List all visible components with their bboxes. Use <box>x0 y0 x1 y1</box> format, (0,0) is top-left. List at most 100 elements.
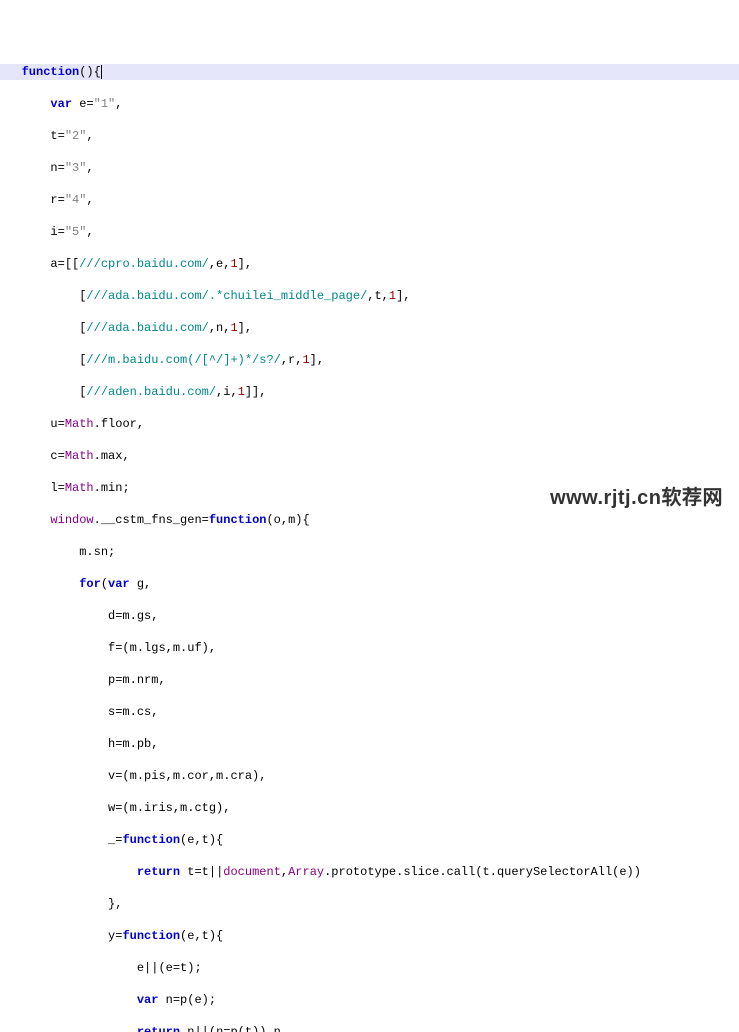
code: ( <box>101 577 108 591</box>
code: d=m.gs, <box>108 609 158 623</box>
kw-var: var <box>137 993 159 1007</box>
code: n= <box>50 161 64 175</box>
code: (){ <box>79 65 101 79</box>
code: .min; <box>94 481 130 495</box>
line-23: v=(m.pis,m.cor,m.cra), <box>0 768 739 784</box>
code: i= <box>50 225 64 239</box>
code: h=m.pb, <box>108 737 158 751</box>
code: ]], <box>245 385 267 399</box>
code: y= <box>108 929 122 943</box>
kw-function: function <box>22 65 80 79</box>
indent <box>0 833 108 847</box>
indent <box>0 609 108 623</box>
indent <box>0 321 79 335</box>
indent <box>0 65 22 79</box>
number: 1 <box>302 353 309 367</box>
code: ,i, <box>216 385 238 399</box>
code: , <box>281 865 288 879</box>
line-17: for(var g, <box>0 576 739 592</box>
regex: ///ada.baidu.com/.*chuilei_middle_page/ <box>86 289 367 303</box>
indent <box>0 257 50 271</box>
regex: ///ada.baidu.com/ <box>86 321 208 335</box>
line-29: e||(e=t); <box>0 960 739 976</box>
line-24: w=(m.iris,m.ctg), <box>0 800 739 816</box>
kw-var: var <box>50 97 72 111</box>
obj-math: Math <box>65 481 94 495</box>
line-08: [///ada.baidu.com/.*chuilei_middle_page/… <box>0 288 739 304</box>
line-31: return n||(n=p(t)),n <box>0 1024 739 1032</box>
indent <box>0 129 50 143</box>
line-05: r="4", <box>0 192 739 208</box>
code: }, <box>108 897 122 911</box>
line-18: d=m.gs, <box>0 608 739 624</box>
code: t= <box>50 129 64 143</box>
kw-function: function <box>122 833 180 847</box>
indent <box>0 737 108 751</box>
code: a=[[ <box>50 257 79 271</box>
indent <box>0 865 108 879</box>
code: ], <box>238 321 252 335</box>
code: r= <box>50 193 64 207</box>
code: ], <box>238 257 252 271</box>
indent <box>0 385 79 399</box>
indent <box>0 641 108 655</box>
indent <box>0 289 79 303</box>
line-11: [///aden.baidu.com/,i,1]], <box>0 384 739 400</box>
line-02: var e="1", <box>0 96 739 112</box>
code: f=(m.lgs,m.uf), <box>108 641 216 655</box>
code: , <box>86 161 93 175</box>
code: .max, <box>94 449 130 463</box>
line-06: i="5", <box>0 224 739 240</box>
line-15: window.__cstm_fns_gen=function(o,m){ <box>0 512 739 528</box>
code: c= <box>50 449 64 463</box>
indent <box>0 449 50 463</box>
line-28: y=function(e,t){ <box>0 928 739 944</box>
line-25: _=function(e,t){ <box>0 832 739 848</box>
indent <box>0 161 50 175</box>
obj-array: Array <box>288 865 324 879</box>
code: e||(e=t); <box>137 961 202 975</box>
code: .floor, <box>94 417 144 431</box>
kw-var: var <box>108 577 130 591</box>
kw-return: return <box>137 865 180 879</box>
line-20: p=m.nrm, <box>0 672 739 688</box>
indent <box>0 481 50 495</box>
indent <box>0 577 79 591</box>
line-22: h=m.pb, <box>0 736 739 752</box>
string: "4" <box>65 193 87 207</box>
obj-math: Math <box>65 449 94 463</box>
code: u= <box>50 417 64 431</box>
code: .prototype.slice.call(t.querySelectorAll… <box>324 865 641 879</box>
obj-window: window <box>50 513 93 527</box>
number: 1 <box>230 257 237 271</box>
indent <box>0 897 108 911</box>
indent <box>0 1025 108 1032</box>
code: , <box>86 225 93 239</box>
number: 1 <box>389 289 396 303</box>
regex: ///aden.baidu.com/ <box>86 385 216 399</box>
regex: ///m.baidu.com(/[^/]+)*/s?/ <box>86 353 280 367</box>
code: _= <box>108 833 122 847</box>
kw-function: function <box>122 929 180 943</box>
code: ,n, <box>209 321 231 335</box>
indent <box>0 97 50 111</box>
string: "3" <box>65 161 87 175</box>
string: "2" <box>65 129 87 143</box>
indent <box>0 193 50 207</box>
indent <box>0 353 79 367</box>
line-27: }, <box>0 896 739 912</box>
line-04: n="3", <box>0 160 739 176</box>
code: n||(n=p(t)),n <box>180 1025 281 1032</box>
indent <box>0 929 108 943</box>
code: p=m.nrm, <box>108 673 166 687</box>
code: ], <box>310 353 324 367</box>
indent <box>0 225 50 239</box>
line-30: var n=p(e); <box>0 992 739 1008</box>
code: (e,t){ <box>180 833 223 847</box>
code: , <box>86 129 93 143</box>
line-07: a=[[///cpro.baidu.com/,e,1], <box>0 256 739 272</box>
code: e= <box>72 97 94 111</box>
code: m.sn; <box>79 545 115 559</box>
code: , <box>86 193 93 207</box>
number: 1 <box>238 385 245 399</box>
